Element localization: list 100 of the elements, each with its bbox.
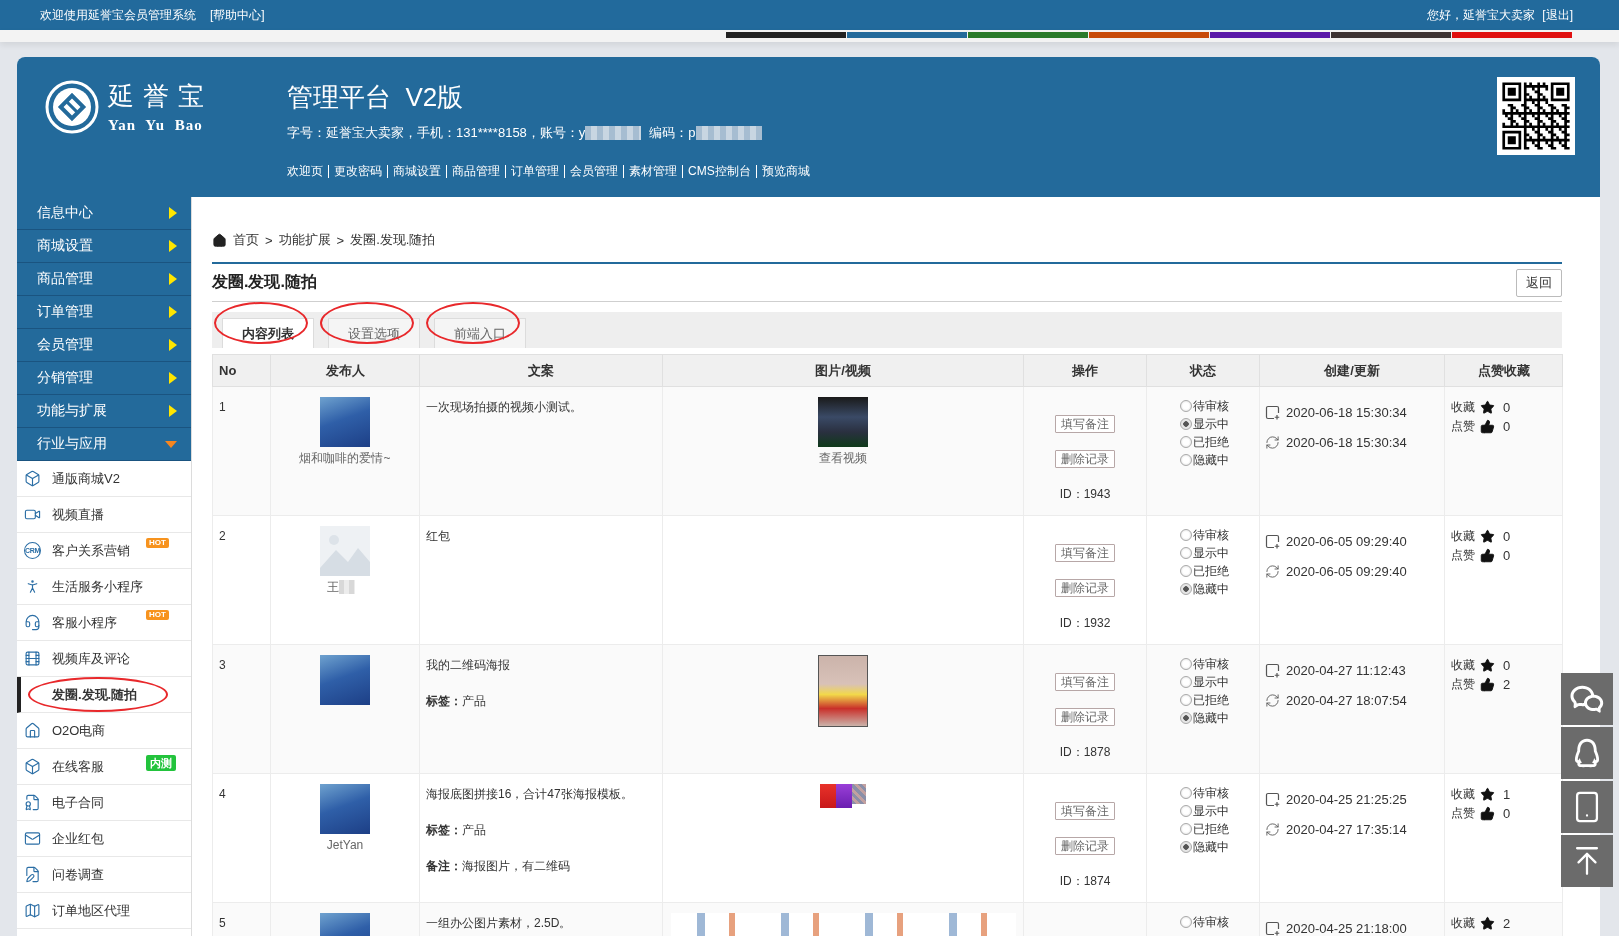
star-icon[interactable] — [1480, 400, 1495, 415]
thumbs-up-icon[interactable] — [1480, 806, 1495, 821]
nav-link[interactable]: 欢迎页 — [287, 162, 328, 180]
sidebar-submenu-item[interactable]: 通版商城V2 — [17, 461, 191, 497]
skin-swatch[interactable] — [1452, 32, 1572, 38]
radio-button[interactable] — [1180, 787, 1192, 799]
tab[interactable]: 设置选项 — [328, 318, 420, 348]
skin-swatch[interactable] — [847, 32, 967, 38]
skin-swatch[interactable] — [1089, 32, 1209, 38]
sidebar-submenu-item[interactable]: 生活服务小程序 — [17, 569, 191, 605]
radio-button[interactable] — [1180, 583, 1192, 595]
sidebar-submenu-item[interactable]: O2O电商 — [17, 713, 191, 749]
back-to-top-button[interactable] — [1561, 835, 1613, 887]
delete-record-button[interactable]: 删除记录 — [1055, 837, 1115, 855]
image-thumbnail[interactable] — [836, 784, 852, 808]
delete-record-button[interactable]: 删除记录 — [1055, 450, 1115, 468]
radio-button[interactable] — [1180, 454, 1192, 466]
skin-swatch[interactable] — [1331, 32, 1451, 38]
nav-link[interactable]: 更改密码 — [329, 162, 387, 180]
radio-button[interactable] — [1180, 805, 1192, 817]
skin-swatch[interactable] — [1210, 32, 1330, 38]
breadcrumb-separator: > — [265, 232, 273, 248]
tab[interactable]: 前端入口 — [434, 318, 526, 348]
breadcrumb-link[interactable]: 首页 — [233, 231, 259, 249]
skin-swatch[interactable] — [726, 32, 846, 38]
sidebar-submenu-item[interactable]: 发圈.发现.随拍 — [17, 677, 191, 713]
view-video-link[interactable]: 查看视频 — [819, 449, 867, 467]
radio-button[interactable] — [1180, 712, 1192, 724]
breadcrumb-link[interactable]: 功能扩展 — [278, 231, 331, 249]
add-note-button[interactable]: 填写备注 — [1055, 415, 1115, 433]
tab[interactable]: 内容列表 — [222, 318, 314, 348]
sidebar-menu-item[interactable]: 信息中心 — [17, 197, 191, 230]
radio-button[interactable] — [1180, 841, 1192, 853]
radio-button[interactable] — [1180, 565, 1192, 577]
publisher-name[interactable]: JetYan — [326, 836, 364, 854]
sidebar-menu-item[interactable]: 商城设置 — [17, 230, 191, 263]
column-header: 状态 — [1146, 354, 1260, 387]
add-note-button[interactable]: 填写备注 — [1055, 673, 1115, 691]
image-thumbnail[interactable] — [820, 784, 836, 808]
sidebar-submenu-item[interactable]: 客服小程序 HOT — [17, 605, 191, 641]
star-icon[interactable] — [1480, 658, 1495, 673]
sidebar-submenu-item[interactable]: 在线客服 内测 — [17, 749, 191, 785]
back-button[interactable]: 返回 — [1516, 268, 1562, 297]
home-icon[interactable] — [212, 232, 227, 248]
poster-image[interactable] — [818, 655, 868, 727]
radio-button[interactable] — [1180, 436, 1192, 448]
help-link[interactable]: [帮助中心] — [210, 6, 265, 24]
chat-button[interactable] — [1561, 673, 1613, 725]
sidebar-menu-item[interactable]: 订单管理 — [17, 296, 191, 329]
nav-link[interactable]: CMS控制台 — [683, 162, 756, 180]
thumbs-up-icon[interactable] — [1480, 677, 1495, 692]
image-thumbnail[interactable] — [852, 784, 866, 804]
nav-link[interactable]: 订单管理 — [506, 162, 564, 180]
radio-button[interactable] — [1180, 418, 1192, 430]
star-icon[interactable] — [1480, 529, 1495, 544]
sidebar-menu-item[interactable]: 行业与应用 — [17, 428, 191, 461]
radio-button[interactable] — [1180, 916, 1192, 928]
radio-button[interactable] — [1180, 676, 1192, 688]
video-thumbnail[interactable] — [818, 397, 868, 447]
publisher-name[interactable]: 烟和咖啡的爱情~ — [299, 449, 391, 467]
penguin-button[interactable] — [1561, 727, 1613, 779]
sidebar-submenu-item[interactable]: 企业红包 — [17, 821, 191, 857]
sidebar-menu-item[interactable]: 会员管理 — [17, 329, 191, 362]
phone-button[interactable] — [1561, 781, 1613, 833]
reaction-label: 点赞 — [1451, 805, 1475, 822]
sidebar-menu-item[interactable]: 功能与扩展 — [17, 395, 191, 428]
add-note-button[interactable]: 填写备注 — [1055, 802, 1115, 820]
thumbs-up-icon[interactable] — [1480, 548, 1495, 563]
sidebar-submenu-item[interactable]: 视频库及评论 — [17, 641, 191, 677]
thumbs-up-icon[interactable] — [1480, 419, 1495, 434]
radio-button[interactable] — [1180, 823, 1192, 835]
sidebar-menu-item[interactable]: 分销管理 — [17, 362, 191, 395]
photo-placeholder — [320, 655, 370, 705]
skin-swatch[interactable] — [968, 32, 1088, 38]
nav-link[interactable]: 预览商城 — [756, 162, 815, 180]
radio-button[interactable] — [1180, 658, 1192, 670]
delete-record-button[interactable]: 删除记录 — [1055, 708, 1115, 726]
sidebar-submenu-item[interactable]: 订单地区代理 — [17, 893, 191, 929]
radio-label: 已拒绝 — [1193, 562, 1229, 580]
radio-button[interactable] — [1180, 529, 1192, 541]
radio-label: 隐藏中 — [1193, 838, 1229, 856]
add-note-button[interactable]: 填写备注 — [1055, 544, 1115, 562]
star-icon[interactable] — [1480, 787, 1495, 802]
sidebar-submenu-item[interactable]: 电子合同 — [17, 785, 191, 821]
radio-button[interactable] — [1180, 547, 1192, 559]
radio-label: 待审核 — [1193, 784, 1229, 802]
delete-record-button[interactable]: 删除记录 — [1055, 579, 1115, 597]
star-icon[interactable] — [1480, 916, 1495, 931]
nav-link[interactable]: 商城设置 — [388, 162, 446, 180]
nav-link[interactable]: 会员管理 — [565, 162, 623, 180]
radio-button[interactable] — [1180, 400, 1192, 412]
sidebar-submenu-item[interactable]: 视频直播 — [17, 497, 191, 533]
sidebar-submenu-item[interactable]: 问卷调查 — [17, 857, 191, 893]
nav-link[interactable]: 素材管理 — [624, 162, 682, 180]
reaction-label: 点赞 — [1451, 676, 1475, 693]
publisher-name[interactable]: 王 — [327, 578, 339, 596]
logout-link[interactable]: [退出] — [1542, 6, 1573, 24]
sidebar-menu-item[interactable]: 商品管理 — [17, 263, 191, 296]
nav-link[interactable]: 商品管理 — [447, 162, 505, 180]
radio-button[interactable] — [1180, 694, 1192, 706]
